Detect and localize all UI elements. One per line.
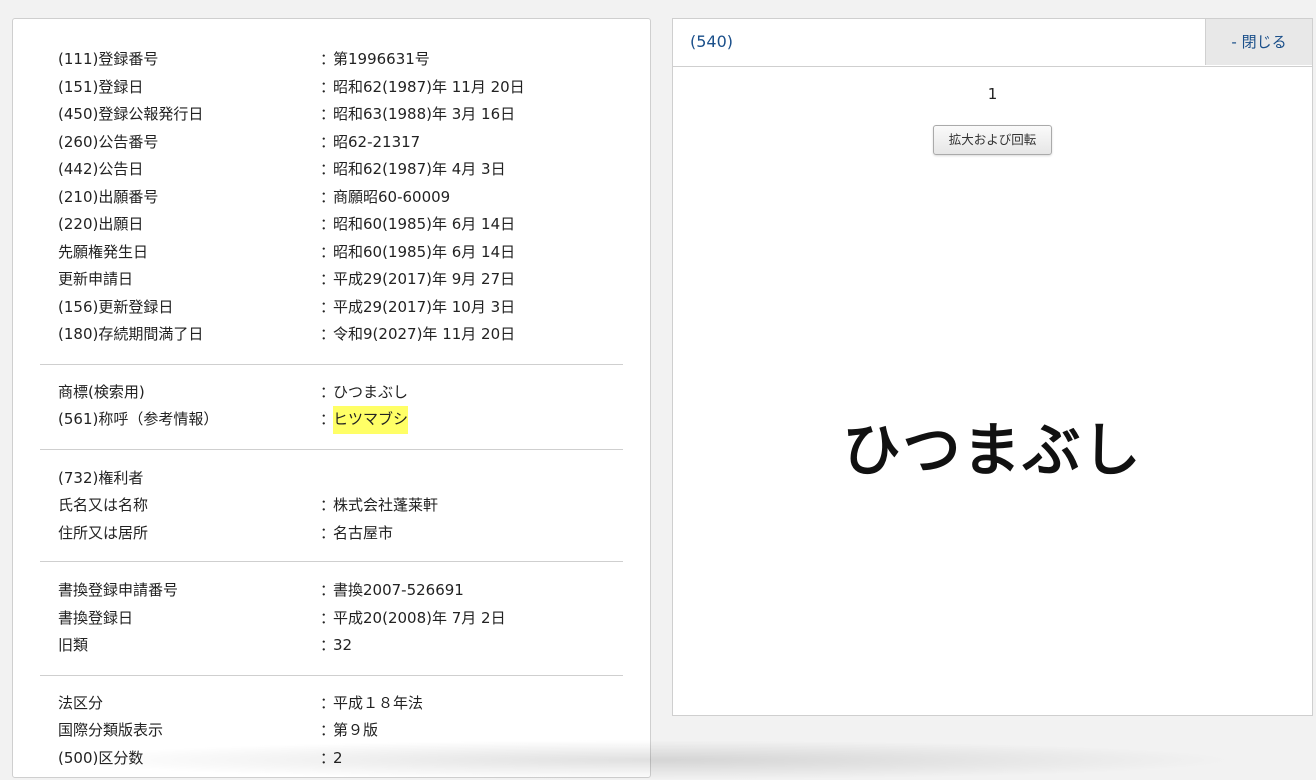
detail-row: 旧類： 32 (40, 632, 623, 660)
row-label: 先願権発生日 (58, 242, 149, 261)
row-label: (220)出願日 (58, 215, 144, 233)
row-value: 名古屋市 (333, 523, 394, 542)
classification-section: 法区分：平成１８年法 国際分類版表示：第９版 (500)区分数： 2 (40, 676, 623, 773)
zoom-rotate-button[interactable]: 拡大および回転 (933, 125, 1052, 155)
row-value: 株式会社蓬莱軒 (333, 496, 439, 514)
row-value-highlighted: ヒツマブシ (333, 406, 409, 434)
detail-row: (156)更新登録日：平成29(2017)年 10月 3日 (40, 294, 623, 322)
detail-row: 書換登録日：平成20(2008)年 7月 2日 (40, 605, 623, 633)
detail-row: (220)出願日：昭和60(1985)年 6月 14日 (40, 211, 623, 239)
detail-row: 氏名又は名称：株式会社蓬莱軒 (40, 492, 623, 520)
row-label: (156)更新登録日 (58, 297, 174, 316)
registration-section: (111)登録番号：第1996631号 (151)登録日：昭和62(1987)年… (40, 19, 623, 365)
row-value: 平成29(2017)年 9月 27日 (333, 270, 516, 288)
mark-image-panel: (540) - 閉じる 1 拡大および回転 ひつまぶし (672, 18, 1313, 716)
row-value: ひつまぶし (333, 382, 409, 401)
row-value: 平成29(2017)年 10月 3日 (333, 297, 516, 316)
row-value: 昭和60(1985)年 6月 14日 (333, 242, 516, 261)
detail-row: (151)登録日：昭和62(1987)年 11月 20日 (40, 74, 623, 102)
detail-row: (180)存続期間満了日：令和9(2027)年 11月 20日 (40, 321, 623, 349)
owner-section: (732)権利者 氏名又は名称：株式会社蓬莱軒 住所又は居所：名古屋市 (40, 450, 623, 562)
row-value: 昭和63(1988)年 3月 16日 (333, 105, 516, 123)
row-value: 書換2007-526691 (333, 581, 464, 599)
row-label: (260)公告番号 (58, 132, 159, 151)
row-value: 32 (333, 636, 353, 654)
detail-row: (210)出願番号：商願昭60-60009 (40, 184, 623, 212)
row-label: 書換登録申請番号 (58, 581, 179, 599)
detail-row: (500)区分数： 2 (40, 745, 623, 773)
row-label: 書換登録日 (58, 608, 134, 627)
page-number: 1 (987, 85, 998, 103)
close-button[interactable]: - 閉じる (1205, 19, 1312, 65)
mark-section: 商標(検索用)：ひつまぶし (561)称呼（参考情報）：ヒツマブシ (40, 365, 623, 450)
row-label: (732)権利者 (58, 468, 144, 487)
row-label: (111)登録番号 (58, 50, 159, 68)
detail-row: 更新申請日：平成29(2017)年 9月 27日 (40, 266, 623, 294)
row-value: 2 (333, 748, 343, 767)
detail-row: (260)公告番号：昭62-21317 (40, 129, 623, 157)
detail-row: 住所又は居所：名古屋市 (40, 520, 623, 548)
mark-panel-header: (540) - 閉じる (673, 19, 1312, 67)
row-value: 昭和62(1987)年 4月 3日 (333, 160, 506, 178)
row-label: (210)出願番号 (58, 187, 159, 206)
row-value: 第９版 (333, 721, 379, 739)
row-label: (180)存続期間満了日 (58, 325, 204, 343)
row-label: 国際分類版表示 (58, 721, 164, 739)
row-value: 平成20(2008)年 7月 2日 (333, 608, 506, 627)
detail-row: (561)称呼（参考情報）：ヒツマブシ (40, 406, 623, 434)
row-label: (442)公告日 (58, 160, 144, 178)
trademark-details-panel: (111)登録番号：第1996631号 (151)登録日：昭和62(1987)年… (12, 18, 651, 778)
row-label: 住所又は居所 (58, 523, 149, 542)
row-label: 商標(検索用) (58, 382, 145, 401)
row-value: 商願昭60-60009 (333, 187, 451, 206)
detail-row: (111)登録番号：第1996631号 (40, 46, 623, 74)
row-value: 昭和62(1987)年 11月 20日 (333, 77, 525, 96)
row-label: (561)称呼（参考情報） (58, 410, 219, 428)
detail-row: 先願権発生日：昭和60(1985)年 6月 14日 (40, 239, 623, 267)
row-label: 氏名又は名称 (58, 496, 149, 514)
row-value: 第1996631号 (333, 50, 430, 68)
detail-row: (450)登録公報発行日：昭和63(1988)年 3月 16日 (40, 101, 623, 129)
row-label: 法区分 (58, 693, 104, 712)
rewrite-section: 書換登録申請番号：書換2007-526691 書換登録日：平成20(2008)年… (40, 562, 623, 676)
detail-row: (442)公告日：昭和62(1987)年 4月 3日 (40, 156, 623, 184)
row-value: 昭62-21317 (333, 132, 421, 151)
row-label: (450)登録公報発行日 (58, 105, 204, 123)
detail-row: 法区分：平成１８年法 (40, 690, 623, 718)
mark-panel-title: (540) (690, 32, 734, 51)
row-label: 旧類 (58, 636, 89, 654)
detail-row: 国際分類版表示：第９版 (40, 717, 623, 745)
detail-row: 書換登録申請番号：書換2007-526691 (40, 577, 623, 605)
row-label: 更新申請日 (58, 270, 134, 288)
detail-row: 商標(検索用)：ひつまぶし (40, 379, 623, 407)
row-label: (500)区分数 (58, 748, 144, 767)
detail-row: (732)権利者 (40, 465, 623, 493)
trademark-image[interactable]: ひつまぶし (673, 403, 1312, 487)
row-value: 令和9(2027)年 11月 20日 (333, 325, 516, 343)
row-value: 昭和60(1985)年 6月 14日 (333, 215, 516, 233)
row-value: 平成１８年法 (333, 693, 424, 712)
row-label: (151)登録日 (58, 77, 144, 96)
